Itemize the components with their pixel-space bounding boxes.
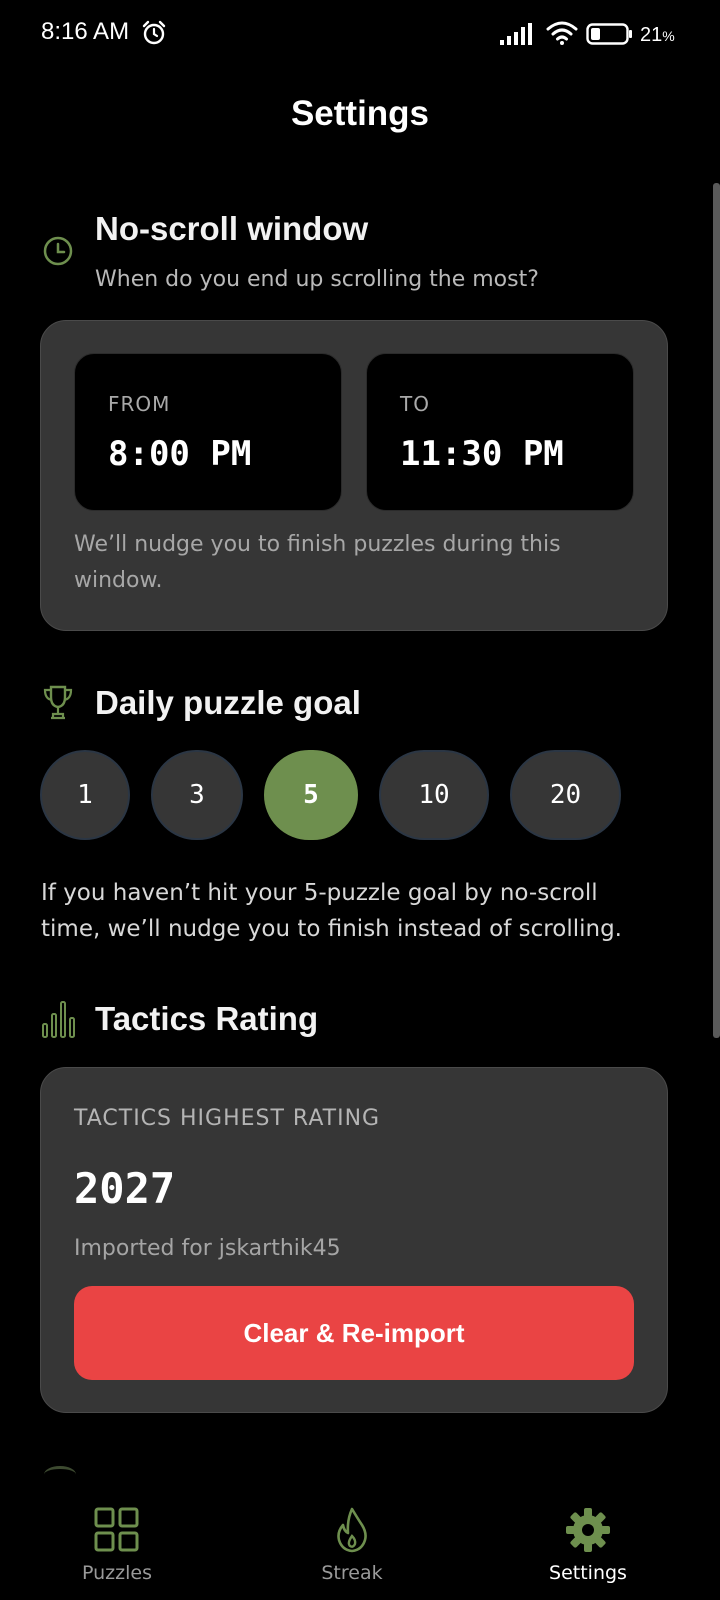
no-scroll-title: No-scroll window — [95, 210, 369, 247]
no-scroll-subtitle: When do you end up scrolling the most? — [95, 267, 539, 292]
no-scroll-card: FROM 8:00 PM TO 11:30 PM We’ll nudge you… — [40, 320, 668, 631]
daily-goal-note: If you haven’t hit your 5-puzzle goal by… — [41, 880, 622, 942]
goal-option-3[interactable]: 3 — [151, 750, 243, 840]
daily-goal-title: Daily puzzle goal — [95, 684, 361, 721]
scrollbar[interactable] — [713, 183, 720, 1038]
tactics-title: Tactics Rating — [95, 1000, 319, 1037]
nav-streak-label: Streak — [321, 1562, 383, 1584]
alarm-icon — [142, 20, 166, 45]
nav-settings[interactable]: Settings — [488, 1478, 688, 1600]
goal-option-10[interactable]: 10 — [379, 750, 489, 840]
from-time-picker[interactable]: FROM 8:00 PM — [74, 353, 342, 511]
nav-settings-label: Settings — [549, 1562, 627, 1584]
to-time-value: 11:30 PM — [400, 434, 564, 474]
trophy-icon — [43, 685, 73, 720]
flame-icon — [337, 1507, 367, 1553]
imported-for-text: Imported for jskarthik45 — [74, 1236, 341, 1261]
bottom-nav: Puzzles Streak Settings — [0, 1478, 720, 1600]
goal-option-5-selected[interactable]: 5 — [264, 750, 358, 840]
gear-icon — [566, 1508, 610, 1552]
goal-option-20[interactable]: 20 — [510, 750, 621, 840]
to-label: TO — [400, 392, 430, 416]
grid-icon — [94, 1507, 139, 1552]
battery-percentage: 21% — [640, 24, 675, 46]
from-time-value: 8:00 PM — [108, 434, 252, 474]
status-time: 8:16 AM — [41, 18, 130, 45]
tactics-rating-label: TACTICS HIGHEST RATING — [74, 1106, 381, 1131]
battery-icon — [586, 23, 632, 45]
goal-option-1[interactable]: 1 — [40, 750, 130, 840]
to-time-picker[interactable]: TO 11:30 PM — [366, 353, 634, 511]
nav-puzzles-label: Puzzles — [82, 1562, 152, 1584]
tactics-rating-value: 2027 — [74, 1164, 176, 1213]
no-scroll-note: We’ll nudge you to finish puzzles during… — [74, 532, 561, 593]
clear-reimport-button[interactable]: Clear & Re-import — [74, 1286, 634, 1380]
bar-chart-icon — [42, 1001, 75, 1038]
wifi-icon — [546, 21, 578, 45]
from-label: FROM — [108, 392, 171, 416]
nav-puzzles[interactable]: Puzzles — [17, 1478, 217, 1600]
signal-icon — [500, 23, 532, 45]
tactics-card: TACTICS HIGHEST RATING 2027 Imported for… — [40, 1067, 668, 1413]
page-title: Settings — [290, 94, 430, 133]
clock-icon — [43, 236, 73, 266]
status-bar: 8:16 AM 21% — [0, 0, 720, 70]
nav-streak[interactable]: Streak — [252, 1478, 452, 1600]
